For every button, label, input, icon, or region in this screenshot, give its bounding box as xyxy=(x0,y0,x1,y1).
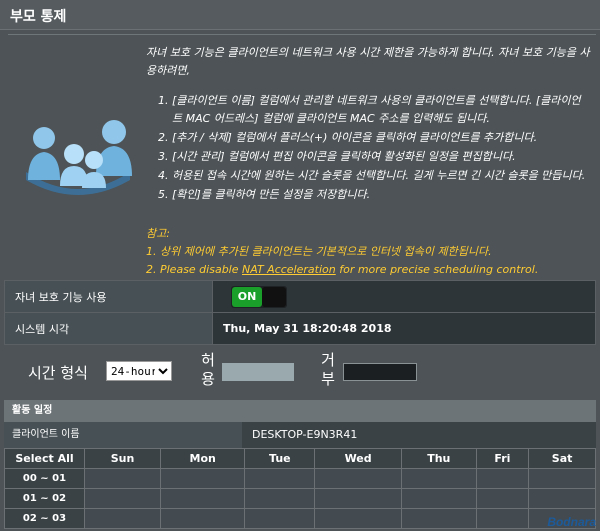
instruction-step-5: [확인]를 클릭하여 만든 설정을 저장합니다. xyxy=(172,186,590,204)
note-item-2-suffix: for more precise scheduling control. xyxy=(335,263,539,276)
system-time-row: 시스템 시각 Thu, May 31 18:20:48 2018 xyxy=(4,312,596,345)
client-name-row: 클라이언트 이름 DESKTOP-E9N3R41 xyxy=(4,422,596,448)
system-time-value: Thu, May 31 18:20:48 2018 xyxy=(212,312,596,345)
hour-label[interactable]: 01 ~ 02 xyxy=(4,488,85,509)
instructions-intro: 자녀 보호 기능은 클라이언트의 네트워크 사용 시간 제한을 가능하게 합니다… xyxy=(146,46,590,77)
notes-heading: 참고: xyxy=(146,227,170,240)
time-slot-cell[interactable] xyxy=(400,508,477,529)
schedule-grid-header: Select All Sun Mon Tue Wed Thu Fri Sat xyxy=(4,448,596,469)
toggle-on-label: ON xyxy=(232,286,262,307)
deny-legend-label-1: 거 xyxy=(321,351,335,369)
time-format-select[interactable]: 24-hour xyxy=(106,361,172,381)
day-header-mon[interactable]: Mon xyxy=(159,448,246,469)
schedule-row: 02 ~ 03 xyxy=(4,508,596,529)
time-slot-cell[interactable] xyxy=(314,508,402,529)
allow-legend-label-2: 용 xyxy=(201,370,215,388)
enable-value-cell: ON xyxy=(212,280,596,313)
day-header-sun[interactable]: Sun xyxy=(84,448,161,469)
time-slot-cell[interactable] xyxy=(528,488,596,509)
page-title: 부모 통제 xyxy=(10,9,67,25)
nat-acceleration-link[interactable]: NAT Acceleration xyxy=(242,263,336,276)
schedule-grid: Select All Sun Mon Tue Wed Thu Fri Sat 0… xyxy=(4,448,596,529)
system-time-label: 시스템 시각 xyxy=(4,312,213,345)
time-slot-cell[interactable] xyxy=(84,488,161,509)
watermark: Bodnara xyxy=(547,515,596,529)
note-item-2: 2. Please disable NAT Acceleration for m… xyxy=(146,261,590,279)
time-slot-cell[interactable] xyxy=(314,488,402,509)
day-header-fri[interactable]: Fri xyxy=(475,448,530,469)
notes: 참고: 1. 상위 제어에 추가된 클라이언트는 기본적으로 인터넷 접속이 제… xyxy=(146,225,590,279)
schedule-row: 00 ~ 01 xyxy=(4,468,596,489)
note-item-2-prefix: 2. Please disable xyxy=(146,263,242,276)
time-slot-cell[interactable] xyxy=(400,488,477,509)
day-header-sat[interactable]: Sat xyxy=(528,448,596,469)
day-header-tue[interactable]: Tue xyxy=(244,448,316,469)
time-slot-cell[interactable] xyxy=(400,468,477,489)
time-slot-cell[interactable] xyxy=(244,508,316,529)
schedule-row: 01 ~ 02 xyxy=(4,488,596,509)
instruction-step-3: [시간 관리] 컬럼에서 편집 아이콘을 클릭하여 활성화된 일정을 편집합니다… xyxy=(172,148,590,166)
day-header-thu[interactable]: Thu xyxy=(400,448,477,469)
instructions: 자녀 보호 기능은 클라이언트의 네트워크 사용 시간 제한을 가능하게 합니다… xyxy=(146,44,590,205)
time-slot-cell[interactable] xyxy=(528,468,596,489)
enable-row: 자녀 보호 기능 사용 ON xyxy=(4,280,596,313)
hour-label[interactable]: 00 ~ 01 xyxy=(4,468,85,489)
time-slot-cell[interactable] xyxy=(314,468,402,489)
deny-legend-swatch xyxy=(343,363,417,381)
schedule-heading: 활동 일정 xyxy=(4,400,596,422)
time-slot-cell[interactable] xyxy=(475,508,530,529)
day-header-wed[interactable]: Wed xyxy=(314,448,402,469)
allow-legend-label-1: 허 xyxy=(201,351,215,369)
instruction-step-4: 허용된 접속 시간에 원하는 시간 슬롯을 선택합니다. 길게 누르면 긴 시간… xyxy=(172,167,590,185)
time-format-row: 시간 형식 24-hour 허 용 거 부 xyxy=(0,348,600,396)
time-slot-cell[interactable] xyxy=(159,468,246,489)
header-divider xyxy=(8,34,596,35)
allow-legend-swatch xyxy=(222,363,294,381)
time-format-label: 시간 형식 xyxy=(28,364,88,382)
time-slot-cell[interactable] xyxy=(159,508,246,529)
parental-control-toggle[interactable]: ON xyxy=(231,285,287,308)
deny-legend-label-2: 부 xyxy=(321,370,335,388)
time-slot-cell[interactable] xyxy=(84,468,161,489)
hour-label[interactable]: 02 ~ 03 xyxy=(4,508,85,529)
instruction-step-2: [추가 / 삭제] 컬럼에서 플러스(+) 아이콘을 클릭하여 클라이언트를 추… xyxy=(172,129,590,147)
instruction-step-1: [클라이언트 이름] 컬럼에서 관리할 네트워크 사용의 클라이언트를 선택합니… xyxy=(172,92,590,128)
instructions-steps: [클라이언트 이름] 컬럼에서 관리할 네트워크 사용의 클라이언트를 선택합니… xyxy=(146,92,590,204)
time-slot-cell[interactable] xyxy=(84,508,161,529)
client-name-value: DESKTOP-E9N3R41 xyxy=(242,422,596,448)
settings-table: 자녀 보호 기능 사용 ON 시스템 시각 Thu, May 31 18:20:… xyxy=(4,280,596,345)
time-slot-cell[interactable] xyxy=(244,488,316,509)
client-name-label: 클라이언트 이름 xyxy=(12,429,80,440)
page-header: 부모 통제 xyxy=(0,0,600,30)
select-all-button[interactable]: Select All xyxy=(4,448,85,469)
time-slot-cell[interactable] xyxy=(475,488,530,509)
time-slot-cell[interactable] xyxy=(159,488,246,509)
time-slot-cell[interactable] xyxy=(244,468,316,489)
note-item-1: 1. 상위 제어에 추가된 클라이언트는 기본적으로 인터넷 접속이 제한됩니다… xyxy=(146,245,492,258)
enable-label: 자녀 보호 기능 사용 xyxy=(4,280,213,313)
toggle-knob xyxy=(262,286,286,307)
family-icon xyxy=(26,120,132,195)
time-slot-cell[interactable] xyxy=(475,468,530,489)
